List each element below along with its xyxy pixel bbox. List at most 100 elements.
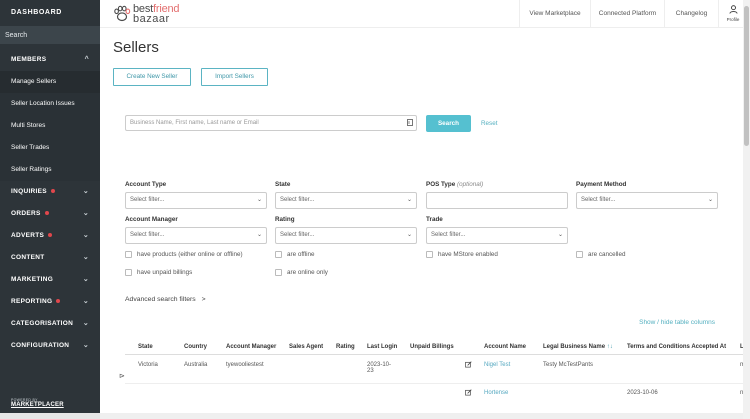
row-expand-handle[interactable]: ⊳: [119, 372, 125, 380]
cell-last-login: 2023-10- 23: [367, 362, 391, 374]
bestfriend-bazaar-logo[interactable]: bestfriend bazaar: [113, 2, 203, 26]
sidebar-bottom-strip: [0, 413, 100, 419]
pos-type-input[interactable]: [426, 192, 568, 209]
account-type-select[interactable]: Select filter... ⌄: [125, 192, 267, 209]
col-terms-accepted[interactable]: Terms and Conditions Accepted At: [627, 344, 726, 350]
chevron-down-icon: ⌄: [82, 342, 89, 349]
sidebar-section-reporting[interactable]: REPORTING ⌄: [0, 291, 100, 313]
checkbox-box[interactable]: [426, 251, 433, 258]
sort-icon[interactable]: ↑↓: [607, 344, 613, 350]
table-row[interactable]: Hortense 2023-10-06 n: [125, 385, 743, 405]
sidebar-item-seller-trades[interactable]: Seller Trades: [0, 137, 100, 159]
notification-dot: [50, 189, 55, 194]
chevron-down-icon: ⌄: [256, 232, 262, 238]
col-rating[interactable]: Rating: [336, 344, 355, 350]
sidebar-section-marketing[interactable]: MARKETING ⌄: [0, 269, 100, 291]
cell-account-name-link[interactable]: Hortense: [484, 390, 508, 396]
checkbox-label: are cancelled: [588, 251, 626, 259]
sidebar-section-content[interactable]: CONTENT ⌄: [0, 247, 100, 269]
col-state[interactable]: State: [138, 344, 153, 350]
checkbox-have-mstore[interactable]: have MStore enabled: [426, 251, 498, 259]
select-value: Select filter...: [130, 197, 165, 203]
checkbox-label: have unpaid billings: [137, 269, 193, 277]
sidebar-section-label: MARKETING: [11, 276, 54, 283]
checkbox-box[interactable]: [125, 251, 132, 258]
profile-button[interactable]: Profile: [725, 5, 741, 22]
rating-select[interactable]: Select filter... ⌄: [275, 227, 417, 244]
sidebar-section-inquiries[interactable]: INQUIRIES ⌄: [0, 181, 100, 203]
sidebar-item-seller-ratings[interactable]: Seller Ratings: [0, 159, 100, 181]
col-legal-business-name[interactable]: Legal Business Name ↑↓: [543, 344, 613, 350]
chevron-right-icon: >: [201, 296, 206, 303]
show-hide-columns-link[interactable]: Show / hide table columns: [639, 319, 715, 326]
payment-method-select[interactable]: Select filter... ⌄: [576, 192, 718, 209]
reset-link[interactable]: Reset: [481, 115, 497, 132]
checkbox-box[interactable]: [125, 269, 132, 276]
search-button[interactable]: Search: [426, 115, 471, 132]
search-placeholder: Business Name, First name, Last name or …: [130, 120, 259, 126]
col-country[interactable]: Country: [184, 344, 207, 350]
state-select[interactable]: Select filter... ⌄: [275, 192, 417, 209]
col-last-login[interactable]: Last Login: [367, 344, 397, 350]
checkbox-are-cancelled[interactable]: are cancelled: [576, 251, 625, 259]
checkbox-have-products[interactable]: have products (either online or offline): [125, 251, 243, 259]
sidebar-search[interactable]: Search: [0, 26, 100, 44]
trade-label: Trade: [426, 216, 443, 223]
last-login-date-cont: 23: [367, 368, 374, 374]
user-icon: [728, 5, 738, 14]
checkbox-box[interactable]: [275, 251, 282, 258]
select-value: Select filter...: [280, 232, 315, 238]
nav-changelog[interactable]: Changelog: [664, 0, 718, 28]
vertical-scrollbar[interactable]: [743, 0, 750, 419]
scrollbar-thumb[interactable]: [744, 6, 749, 146]
nav-connected-platform[interactable]: Connected Platform: [590, 0, 664, 28]
trade-select[interactable]: Select filter... ⌄: [426, 227, 568, 244]
sidebar-section-adverts[interactable]: ADVERTS ⌄: [0, 225, 100, 247]
account-type-label: Account Type: [125, 181, 167, 188]
cell-terms: 2023-10-06: [627, 390, 658, 396]
sidebar-section-orders[interactable]: ORDERS ⌄: [0, 203, 100, 225]
checkbox-box[interactable]: [275, 269, 282, 276]
checkbox-unpaid-billings[interactable]: have unpaid billings: [125, 269, 192, 277]
search-input[interactable]: Business Name, First name, Last name or …: [125, 115, 417, 131]
nav-view-marketplace[interactable]: View Marketplace: [519, 0, 590, 28]
notification-dot: [48, 233, 53, 238]
col-label: Legal Business Name: [543, 344, 606, 350]
sidebar-section-label: ORDERS: [11, 210, 41, 217]
main-content: Sellers Create New Seller Import Sellers…: [100, 28, 743, 419]
select-value: Select filter...: [130, 232, 165, 238]
chevron-down-icon: ⌄: [82, 210, 89, 217]
sidebar-section-label: INQUIRIES: [11, 188, 47, 195]
checkbox-box[interactable]: [576, 251, 583, 258]
advanced-label: Advanced search filters: [125, 296, 196, 303]
sidebar-item-manage-sellers[interactable]: Manage Sellers: [0, 71, 100, 93]
powered-by-logo: POWERED BY MARKETPLACER: [11, 398, 64, 408]
checkbox-are-offline[interactable]: are offline: [275, 251, 315, 259]
sidebar-item-multi-stores[interactable]: Multi Stores: [0, 115, 100, 137]
sidebar-title[interactable]: DASHBOARD: [0, 0, 100, 26]
table-row[interactable]: Victoria Australia tyewooliestest 2023-1…: [125, 356, 743, 384]
edit-icon[interactable]: [465, 361, 472, 368]
col-sales-agent[interactable]: Sales Agent: [289, 344, 323, 350]
account-manager-select[interactable]: Select filter... ⌄: [125, 227, 267, 244]
checkbox-online-only[interactable]: are online only: [275, 269, 328, 277]
chevron-down-icon: ⌄: [406, 197, 412, 203]
cell-account-manager: tyewooliestest: [226, 362, 264, 368]
sidebar-section-label: CONFIGURATION: [11, 342, 70, 349]
create-new-seller-button[interactable]: Create New Seller: [113, 68, 191, 86]
edit-icon[interactable]: [465, 389, 472, 396]
cell-account-name-link[interactable]: Nigel Test: [484, 362, 510, 368]
sidebar-item-seller-location-issues[interactable]: Seller Location Issues: [0, 93, 100, 115]
sidebar-section-categorisation[interactable]: CATEGORISATION ⌄: [0, 313, 100, 335]
col-account-name[interactable]: Account Name: [484, 344, 526, 350]
col-unpaid-billings[interactable]: Unpaid Billings: [410, 344, 454, 350]
sidebar-section-label: REPORTING: [11, 298, 53, 305]
cell-country: Australia: [184, 362, 208, 368]
sidebar-section-members[interactable]: MEMBERS ^: [0, 49, 100, 71]
table-header: State Country Account Manager Sales Agen…: [125, 341, 743, 355]
horizontal-scrollbar[interactable]: [100, 413, 750, 419]
col-account-manager[interactable]: Account Manager: [226, 344, 276, 350]
advanced-search-filters-link[interactable]: Advanced search filters >: [125, 296, 206, 303]
import-sellers-button[interactable]: Import Sellers: [201, 68, 268, 86]
sidebar-section-configuration[interactable]: CONFIGURATION ⌄: [0, 335, 100, 357]
